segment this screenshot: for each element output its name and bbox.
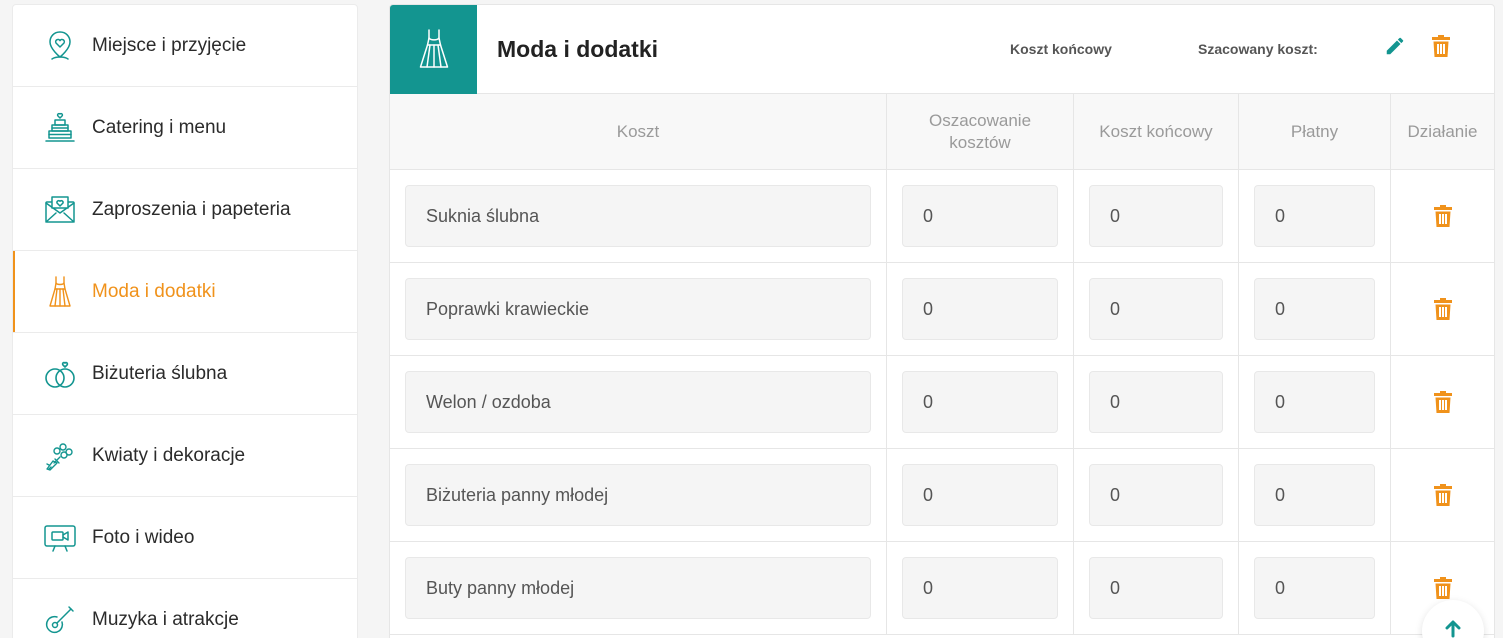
column-header-paid: Płatny [1239,94,1391,169]
column-header-cost: Koszt [390,94,887,169]
column-header-estimate: Oszacowanie kosztów [887,94,1074,169]
column-header-final: Koszt końcowy [1074,94,1239,169]
edit-category-button[interactable] [1382,33,1408,59]
paid-input[interactable] [1254,464,1375,526]
sidebar-item-invitations[interactable]: Zaproszenia i papeteria [13,169,357,251]
paid-input[interactable] [1254,371,1375,433]
trash-icon [1432,35,1450,57]
sidebar-item-label: Kwiaty i dekoracje [92,444,246,466]
sidebar-item-fashion[interactable]: Moda i dodatki [13,251,357,333]
delete-row-button[interactable] [1431,204,1455,228]
delete-row-button[interactable] [1431,297,1455,321]
sidebar-item-label: Moda i dodatki [92,280,216,302]
column-header-action: Działanie [1407,121,1478,141]
arrow-up-icon [1445,620,1461,638]
sidebar-item-venue[interactable]: Miejsce i przyjęcie [13,5,357,87]
delete-row-button[interactable] [1431,576,1455,600]
delete-category-button[interactable] [1428,33,1454,59]
trash-icon [1433,205,1452,227]
estimate-input[interactable] [902,557,1058,619]
cost-name-input[interactable] [405,278,871,340]
video-camera-icon [43,521,77,555]
final-cost-input[interactable] [1089,464,1223,526]
sidebar-item-flowers[interactable]: Kwiaty i dekoracje [13,415,357,497]
table-row [390,263,1494,356]
final-cost-input[interactable] [1089,185,1223,247]
envelope-heart-icon [43,193,77,227]
cost-name-input[interactable] [405,371,871,433]
dress-icon [43,275,77,309]
delete-row-button[interactable] [1431,390,1455,414]
sidebar-item-catering[interactable]: Catering i menu [13,87,357,169]
panel-header: Moda i dodatki Koszt końcowy Szacowany k… [390,5,1494,94]
trash-icon [1433,577,1452,599]
cost-name-input[interactable] [405,557,871,619]
trash-icon [1433,484,1452,506]
sidebar-item-photo-video[interactable]: Foto i wideo [13,497,357,579]
table-row [390,542,1494,635]
sidebar-item-music[interactable]: Muzyka i atrakcje [13,579,357,638]
sidebar-item-label: Catering i menu [92,116,227,138]
category-sidebar: Miejsce i przyjęcie Catering i menu Zapr… [12,4,358,638]
sidebar-item-label: Foto i wideo [92,526,195,548]
guitar-icon [43,603,77,637]
final-cost-label: Koszt końcowy [1010,41,1112,57]
table-row [390,449,1494,542]
sidebar-item-label: Zaproszenia i papeteria [92,198,291,220]
wedding-cake-icon [43,111,77,145]
final-cost-input[interactable] [1089,557,1223,619]
budget-category-panel: Moda i dodatki Koszt końcowy Szacowany k… [389,4,1495,638]
rings-icon [43,357,77,391]
pencil-icon [1386,37,1404,55]
final-cost-input[interactable] [1089,371,1223,433]
table-header: Koszt Oszacowanie kosztów Koszt końcowy P… [390,94,1494,170]
dress-icon [419,29,448,68]
trash-icon [1433,298,1452,320]
estimate-input[interactable] [902,185,1058,247]
trash-icon [1433,391,1452,413]
cost-name-input[interactable] [405,464,871,526]
estimated-cost-label: Szacowany koszt: [1198,41,1318,57]
category-icon-box [390,5,477,94]
sidebar-item-label: Miejsce i przyjęcie [92,34,247,56]
sidebar-item-label: Muzyka i atrakcje [92,608,239,630]
page-title: Moda i dodatki [497,35,658,62]
paid-input[interactable] [1254,278,1375,340]
paid-input[interactable] [1254,185,1375,247]
paid-input[interactable] [1254,557,1375,619]
delete-row-button[interactable] [1431,483,1455,507]
location-heart-icon [43,29,77,63]
sidebar-item-label: Biżuteria ślubna [92,362,228,384]
table-row [390,356,1494,449]
cost-name-input[interactable] [405,185,871,247]
table-row [390,170,1494,263]
estimate-input[interactable] [902,278,1058,340]
bouquet-icon [43,439,77,473]
estimate-input[interactable] [902,371,1058,433]
sidebar-item-jewelry[interactable]: Biżuteria ślubna [13,333,357,415]
final-cost-input[interactable] [1089,278,1223,340]
estimate-input[interactable] [902,464,1058,526]
